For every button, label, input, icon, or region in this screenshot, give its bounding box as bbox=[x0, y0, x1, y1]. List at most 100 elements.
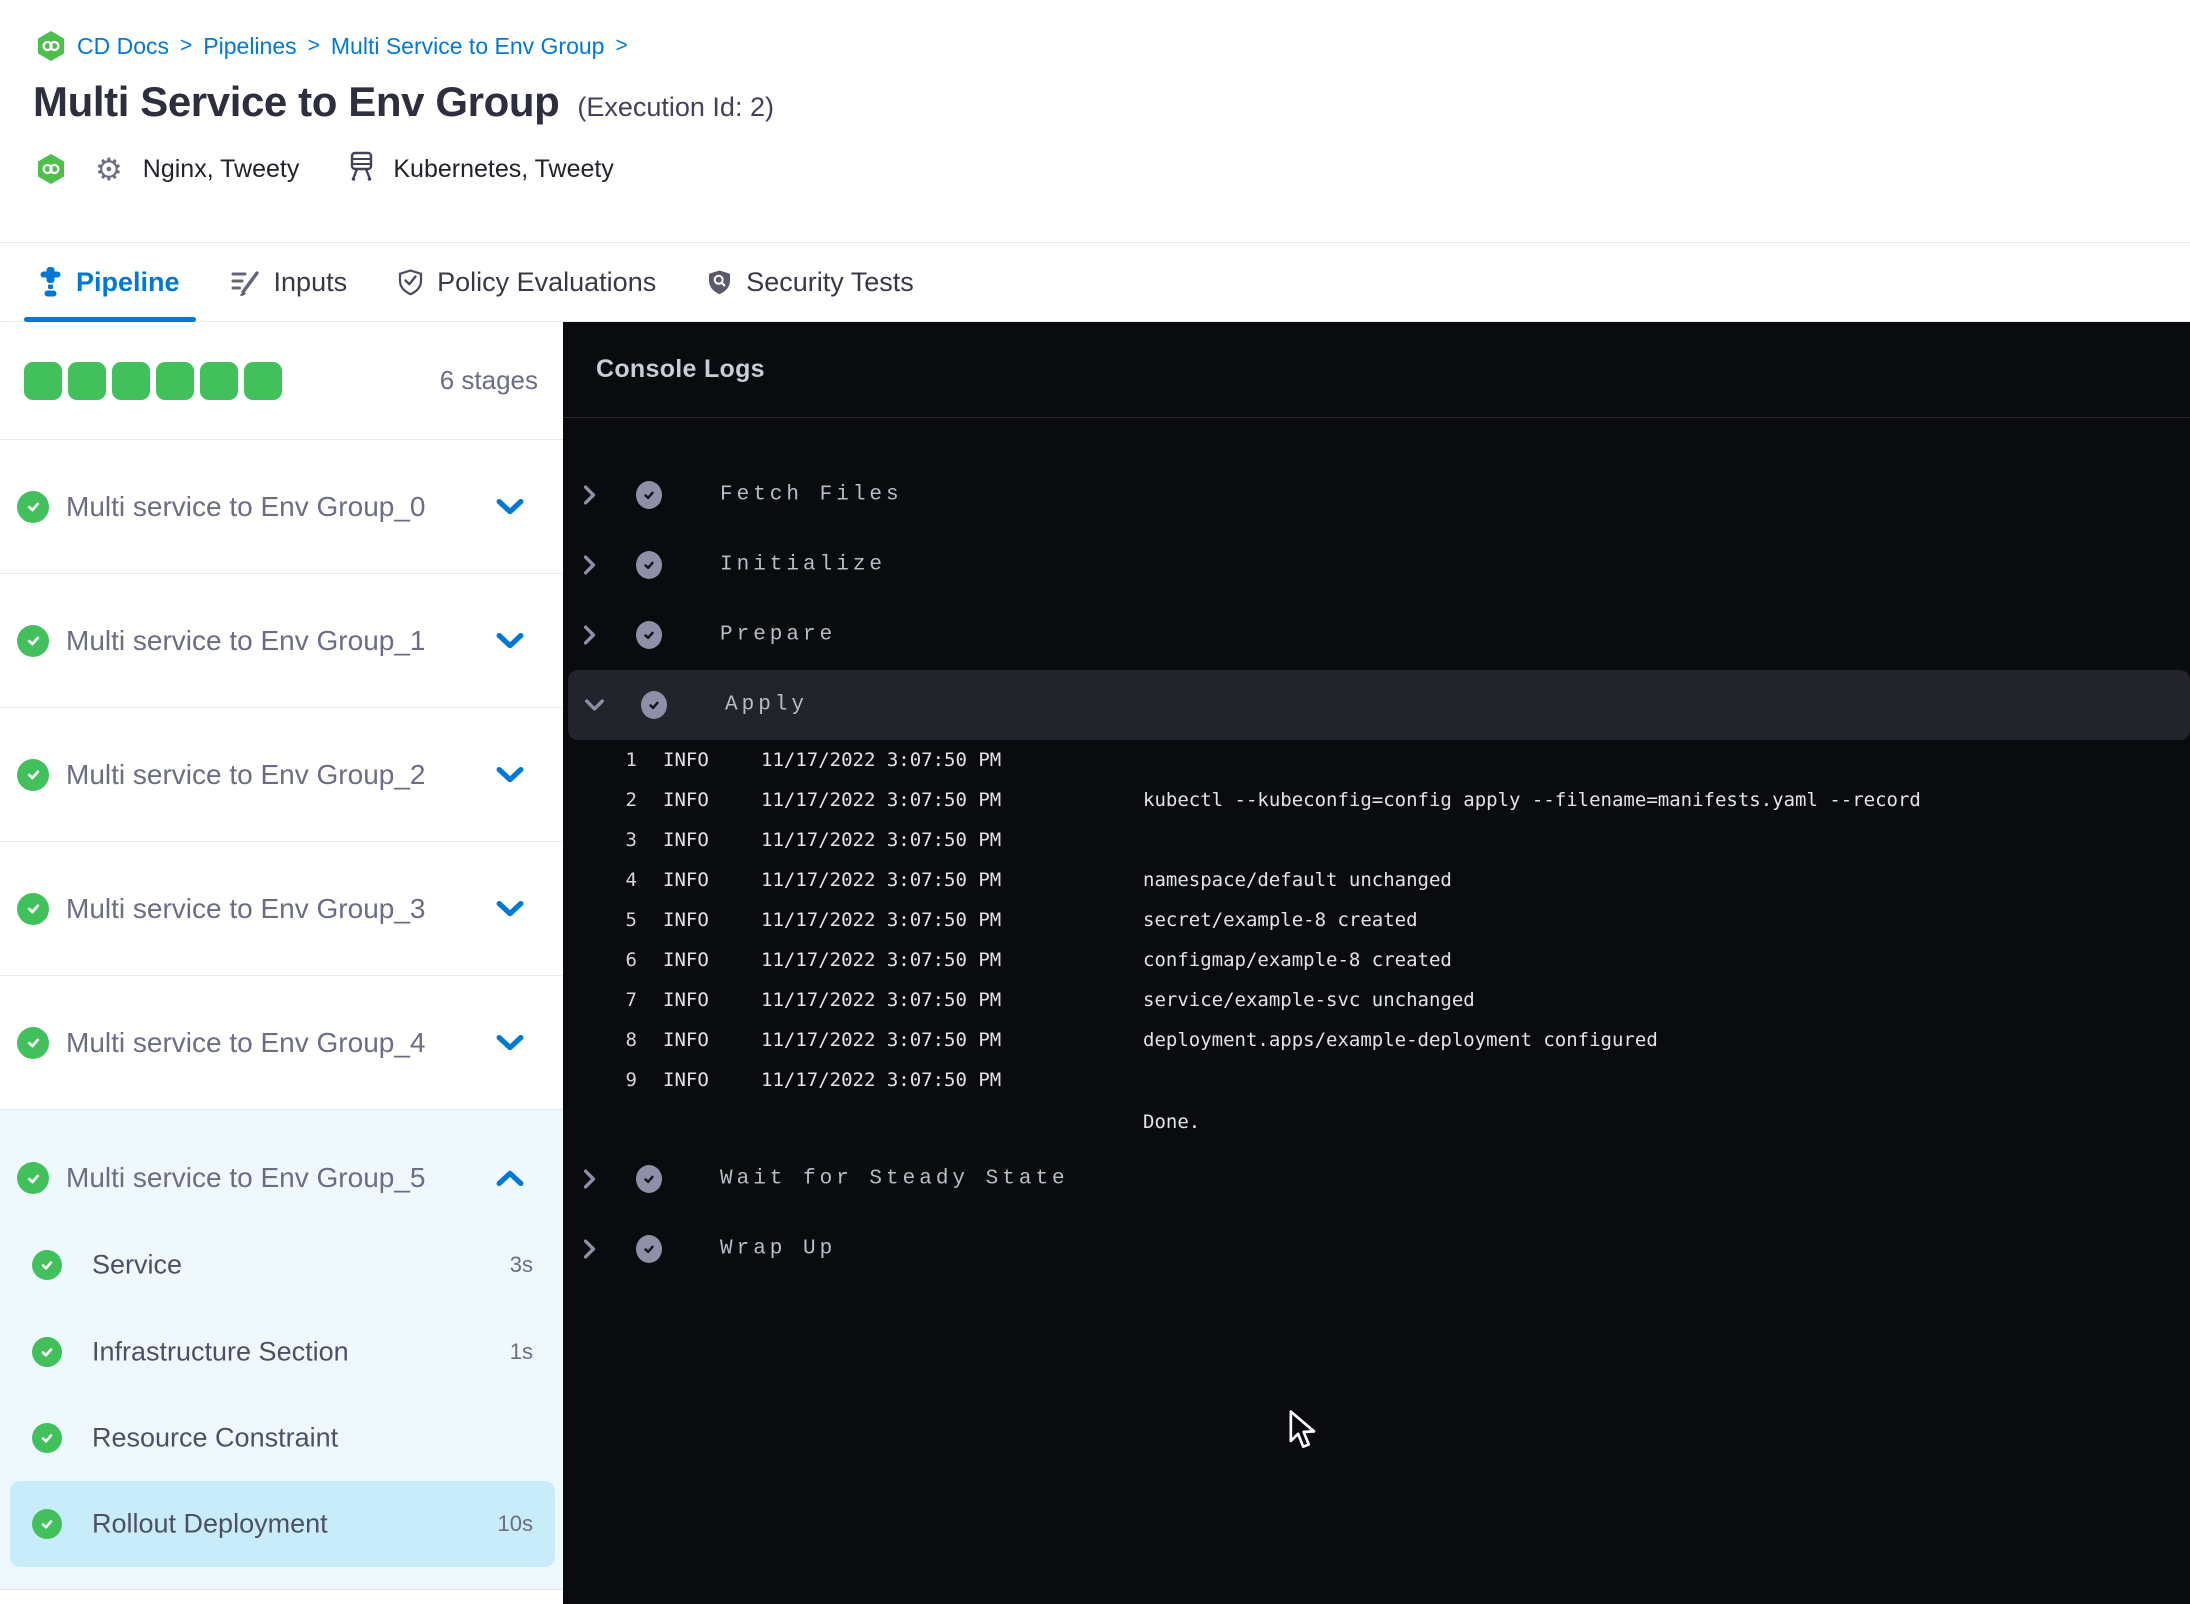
environments-label: Kubernetes, Tweety bbox=[393, 154, 614, 183]
chevron-down-icon[interactable] bbox=[496, 632, 524, 649]
log-level: INFO bbox=[663, 829, 709, 851]
tab-pipeline[interactable]: Pipeline bbox=[24, 243, 196, 322]
log-line-number: 6 bbox=[625, 949, 637, 971]
log-timestamp: 11/17/2022 3:07:50 PM bbox=[761, 869, 1002, 891]
stage-progress-square[interactable] bbox=[68, 362, 106, 400]
success-check-icon bbox=[17, 490, 49, 523]
app-header: CD Docs > Pipelines > Multi Service to E… bbox=[0, 0, 2190, 243]
step-success-icon bbox=[636, 551, 662, 579]
log-message: deployment.apps/example-deployment confi… bbox=[1143, 1029, 1658, 1051]
stage-progress-square[interactable] bbox=[24, 362, 62, 400]
breadcrumb-link-cd-docs[interactable]: CD Docs bbox=[77, 33, 169, 60]
policy-evaluations-icon bbox=[397, 268, 424, 296]
console-step-label: Wrap Up bbox=[720, 1237, 837, 1261]
stage-row-0[interactable]: Multi service to Env Group_0 bbox=[0, 440, 563, 574]
step-success-icon bbox=[641, 691, 667, 719]
execution-id: (Execution Id: 2) bbox=[577, 92, 774, 122]
log-message: configmap/example-8 created bbox=[1143, 949, 1452, 971]
step-row-infrastructure-section[interactable]: Infrastructure Section 1s bbox=[0, 1309, 563, 1395]
stage-row-3[interactable]: Multi service to Env Group_3 bbox=[0, 842, 563, 976]
console-step-wait-for-steady-state[interactable]: Wait for Steady State bbox=[563, 1144, 2190, 1214]
log-message: Done. bbox=[1143, 1111, 1201, 1133]
console-step-prepare[interactable]: Prepare bbox=[563, 600, 2190, 670]
chevron-right-icon[interactable] bbox=[583, 1239, 596, 1260]
log-level: INFO bbox=[663, 789, 709, 811]
stage-progress-square[interactable] bbox=[156, 362, 194, 400]
link-hexagon-icon bbox=[36, 153, 66, 185]
step-name: Rollout Deployment bbox=[92, 1508, 328, 1539]
console-step-label: Apply bbox=[725, 693, 809, 717]
tab-policy-evaluations[interactable]: Policy Evaluations bbox=[397, 243, 656, 321]
log-timestamp: 11/17/2022 3:07:50 PM bbox=[761, 1029, 1002, 1051]
log-timestamp: 11/17/2022 3:07:50 PM bbox=[761, 789, 1002, 811]
console-logs-panel: Console Logs Fetch Files Initialize Prep… bbox=[563, 322, 2190, 1604]
stage-progress-squares bbox=[24, 362, 282, 400]
services-label: Nginx, Tweety bbox=[142, 154, 300, 183]
stage-progress-square[interactable] bbox=[200, 362, 238, 400]
success-check-icon bbox=[32, 1509, 62, 1539]
chevron-down-icon[interactable] bbox=[496, 498, 524, 515]
step-name: Resource Constraint bbox=[92, 1422, 339, 1453]
stage-row-5[interactable]: Multi service to Env Group_5 bbox=[0, 1128, 563, 1228]
step-success-icon bbox=[636, 621, 662, 649]
log-line-number: 1 bbox=[625, 749, 637, 771]
console-step-label: Wait for Steady State bbox=[720, 1167, 1069, 1191]
log-line-number: 3 bbox=[625, 829, 637, 851]
log-message: kubectl --kubeconfig=config apply --file… bbox=[1143, 789, 1921, 811]
stage-progress-square[interactable] bbox=[244, 362, 282, 400]
step-row-rollout-deployment[interactable]: Rollout Deployment 10s bbox=[10, 1481, 555, 1567]
log-timestamp: 11/17/2022 3:07:50 PM bbox=[761, 949, 1002, 971]
stages-panel: 6 stages Multi service to Env Group_0 Mu… bbox=[0, 322, 563, 1604]
stage-group-expanded: Multi service to Env Group_5 Service 3s … bbox=[0, 1110, 563, 1590]
log-level: INFO bbox=[663, 749, 709, 771]
console-step-fetch-files[interactable]: Fetch Files bbox=[563, 460, 2190, 530]
step-duration: 3s bbox=[509, 1252, 533, 1277]
stage-name: Multi service to Env Group_5 bbox=[66, 1162, 426, 1193]
log-line-number: 9 bbox=[625, 1069, 637, 1091]
chevron-down-icon[interactable] bbox=[585, 695, 604, 716]
console-step-wrap-up[interactable]: Wrap Up bbox=[563, 1214, 2190, 1284]
step-row-service[interactable]: Service 3s bbox=[0, 1222, 563, 1308]
success-check-icon bbox=[32, 1250, 62, 1280]
breadcrumb-separator: > bbox=[180, 34, 193, 57]
tab-label: Security Tests bbox=[746, 266, 914, 297]
success-check-icon bbox=[17, 758, 49, 791]
chevron-right-icon[interactable] bbox=[583, 1169, 596, 1190]
stage-progress-square[interactable] bbox=[112, 362, 150, 400]
log-message: secret/example-8 created bbox=[1143, 909, 1418, 931]
stage-row-2[interactable]: Multi service to Env Group_2 bbox=[0, 708, 563, 842]
success-check-icon bbox=[32, 1337, 62, 1367]
log-line: 1 INFO 11/17/2022 3:07:50 PM bbox=[563, 740, 2190, 780]
breadcrumb-link-pipelines[interactable]: Pipelines bbox=[203, 33, 296, 60]
chevron-down-icon[interactable] bbox=[496, 900, 524, 917]
step-success-icon bbox=[636, 1165, 662, 1193]
step-name: Service bbox=[92, 1249, 183, 1280]
success-check-icon bbox=[17, 1162, 49, 1194]
log-line-number: 7 bbox=[625, 989, 637, 1011]
log-level: INFO bbox=[663, 869, 709, 891]
stage-row-4[interactable]: Multi service to Env Group_4 bbox=[0, 976, 563, 1110]
link-hexagon-icon bbox=[36, 30, 66, 62]
log-line-number: 8 bbox=[625, 1029, 637, 1051]
stage-row-1[interactable]: Multi service to Env Group_1 bbox=[0, 574, 563, 708]
step-success-icon bbox=[636, 481, 662, 509]
console-step-apply[interactable]: Apply bbox=[568, 670, 2190, 740]
chevron-up-icon[interactable] bbox=[496, 1170, 524, 1187]
tab-security-tests[interactable]: Security Tests bbox=[706, 243, 914, 321]
chevron-right-icon[interactable] bbox=[583, 625, 596, 646]
stage-name: Multi service to Env Group_3 bbox=[66, 892, 426, 924]
chevron-right-icon[interactable] bbox=[583, 485, 596, 506]
stage-name: Multi service to Env Group_4 bbox=[66, 1026, 426, 1058]
log-line: 2 INFO 11/17/2022 3:07:50 PM kubectl --k… bbox=[563, 780, 2190, 820]
chevron-down-icon[interactable] bbox=[496, 766, 524, 783]
chevron-right-icon[interactable] bbox=[583, 555, 596, 576]
log-timestamp: 11/17/2022 3:07:50 PM bbox=[761, 989, 1002, 1011]
breadcrumb-separator: > bbox=[615, 34, 628, 57]
log-timestamp: 11/17/2022 3:07:50 PM bbox=[761, 829, 1002, 851]
console-step-initialize[interactable]: Initialize bbox=[563, 530, 2190, 600]
step-row-resource-constraint[interactable]: Resource Constraint bbox=[0, 1395, 563, 1481]
chevron-down-icon[interactable] bbox=[496, 1034, 524, 1051]
inputs-icon bbox=[230, 269, 261, 296]
tab-inputs[interactable]: Inputs bbox=[230, 243, 347, 321]
breadcrumb-link-pipeline-name[interactable]: Multi Service to Env Group bbox=[331, 33, 605, 60]
